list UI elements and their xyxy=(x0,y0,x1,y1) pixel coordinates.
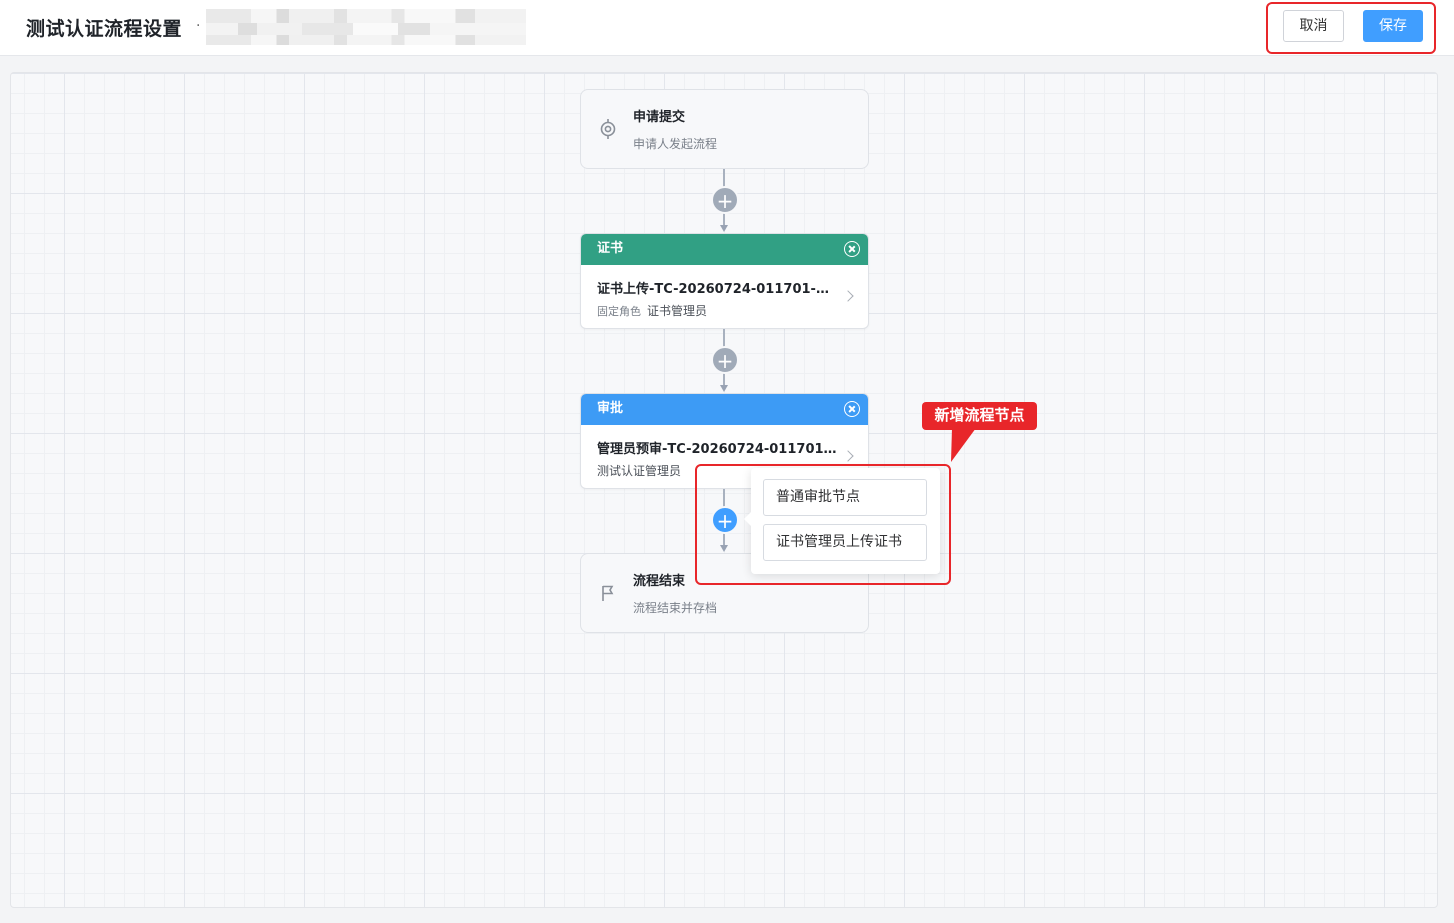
role-value: 证书管理员 xyxy=(647,304,708,318)
top-bar: 测试认证流程设置 · 取消 保存 xyxy=(0,0,1454,56)
node-title: 证书上传-TC-20260724-011701-S01 xyxy=(597,282,837,297)
connector-arrow xyxy=(720,225,728,232)
start-node-title: 申请提交 xyxy=(633,110,686,125)
node-role: 测试认证管理员 xyxy=(597,462,681,479)
end-node-subtitle: 流程结束并存档 xyxy=(633,601,718,615)
role-value: 测试认证管理员 xyxy=(597,464,682,478)
title-separator: · xyxy=(196,18,201,34)
callout-pointer xyxy=(951,428,976,462)
highlight-add-node-area xyxy=(695,464,951,585)
annotation-callout: 新增流程节点 xyxy=(922,402,1037,430)
node-type-label: 证书 xyxy=(597,241,624,256)
node-type-header: 证书 xyxy=(581,234,868,265)
target-icon xyxy=(600,119,616,139)
start-node-subtitle: 申请人发起流程 xyxy=(633,137,718,151)
chevron-right-icon xyxy=(842,450,854,462)
connector-arrow xyxy=(720,385,728,392)
highlight-header-buttons xyxy=(1266,2,1436,54)
page-title: 测试认证流程设置 xyxy=(26,18,183,40)
chevron-right-icon xyxy=(842,290,854,302)
node-type-header: 审批 xyxy=(581,394,868,425)
end-node-title: 流程结束 xyxy=(633,574,686,589)
flag-icon xyxy=(602,585,614,601)
node-title: 管理员预审-TC-20260724-011701-S02 xyxy=(597,442,837,457)
node-type-label: 审批 xyxy=(597,401,624,416)
certificate-node[interactable]: 证书 证书上传-TC-20260724-011701-S01 固定角色 证书管理员 xyxy=(580,233,869,329)
node-role: 固定角色 证书管理员 xyxy=(597,302,707,319)
start-node[interactable]: 申请提交 申请人发起流程 xyxy=(580,89,869,169)
redacted-subtitle xyxy=(206,9,526,45)
role-label: 固定角色 xyxy=(597,305,641,318)
close-icon[interactable] xyxy=(844,241,860,257)
add-node-button[interactable]: + xyxy=(711,346,739,374)
close-icon[interactable] xyxy=(844,401,860,417)
add-node-button[interactable]: + xyxy=(711,186,739,214)
